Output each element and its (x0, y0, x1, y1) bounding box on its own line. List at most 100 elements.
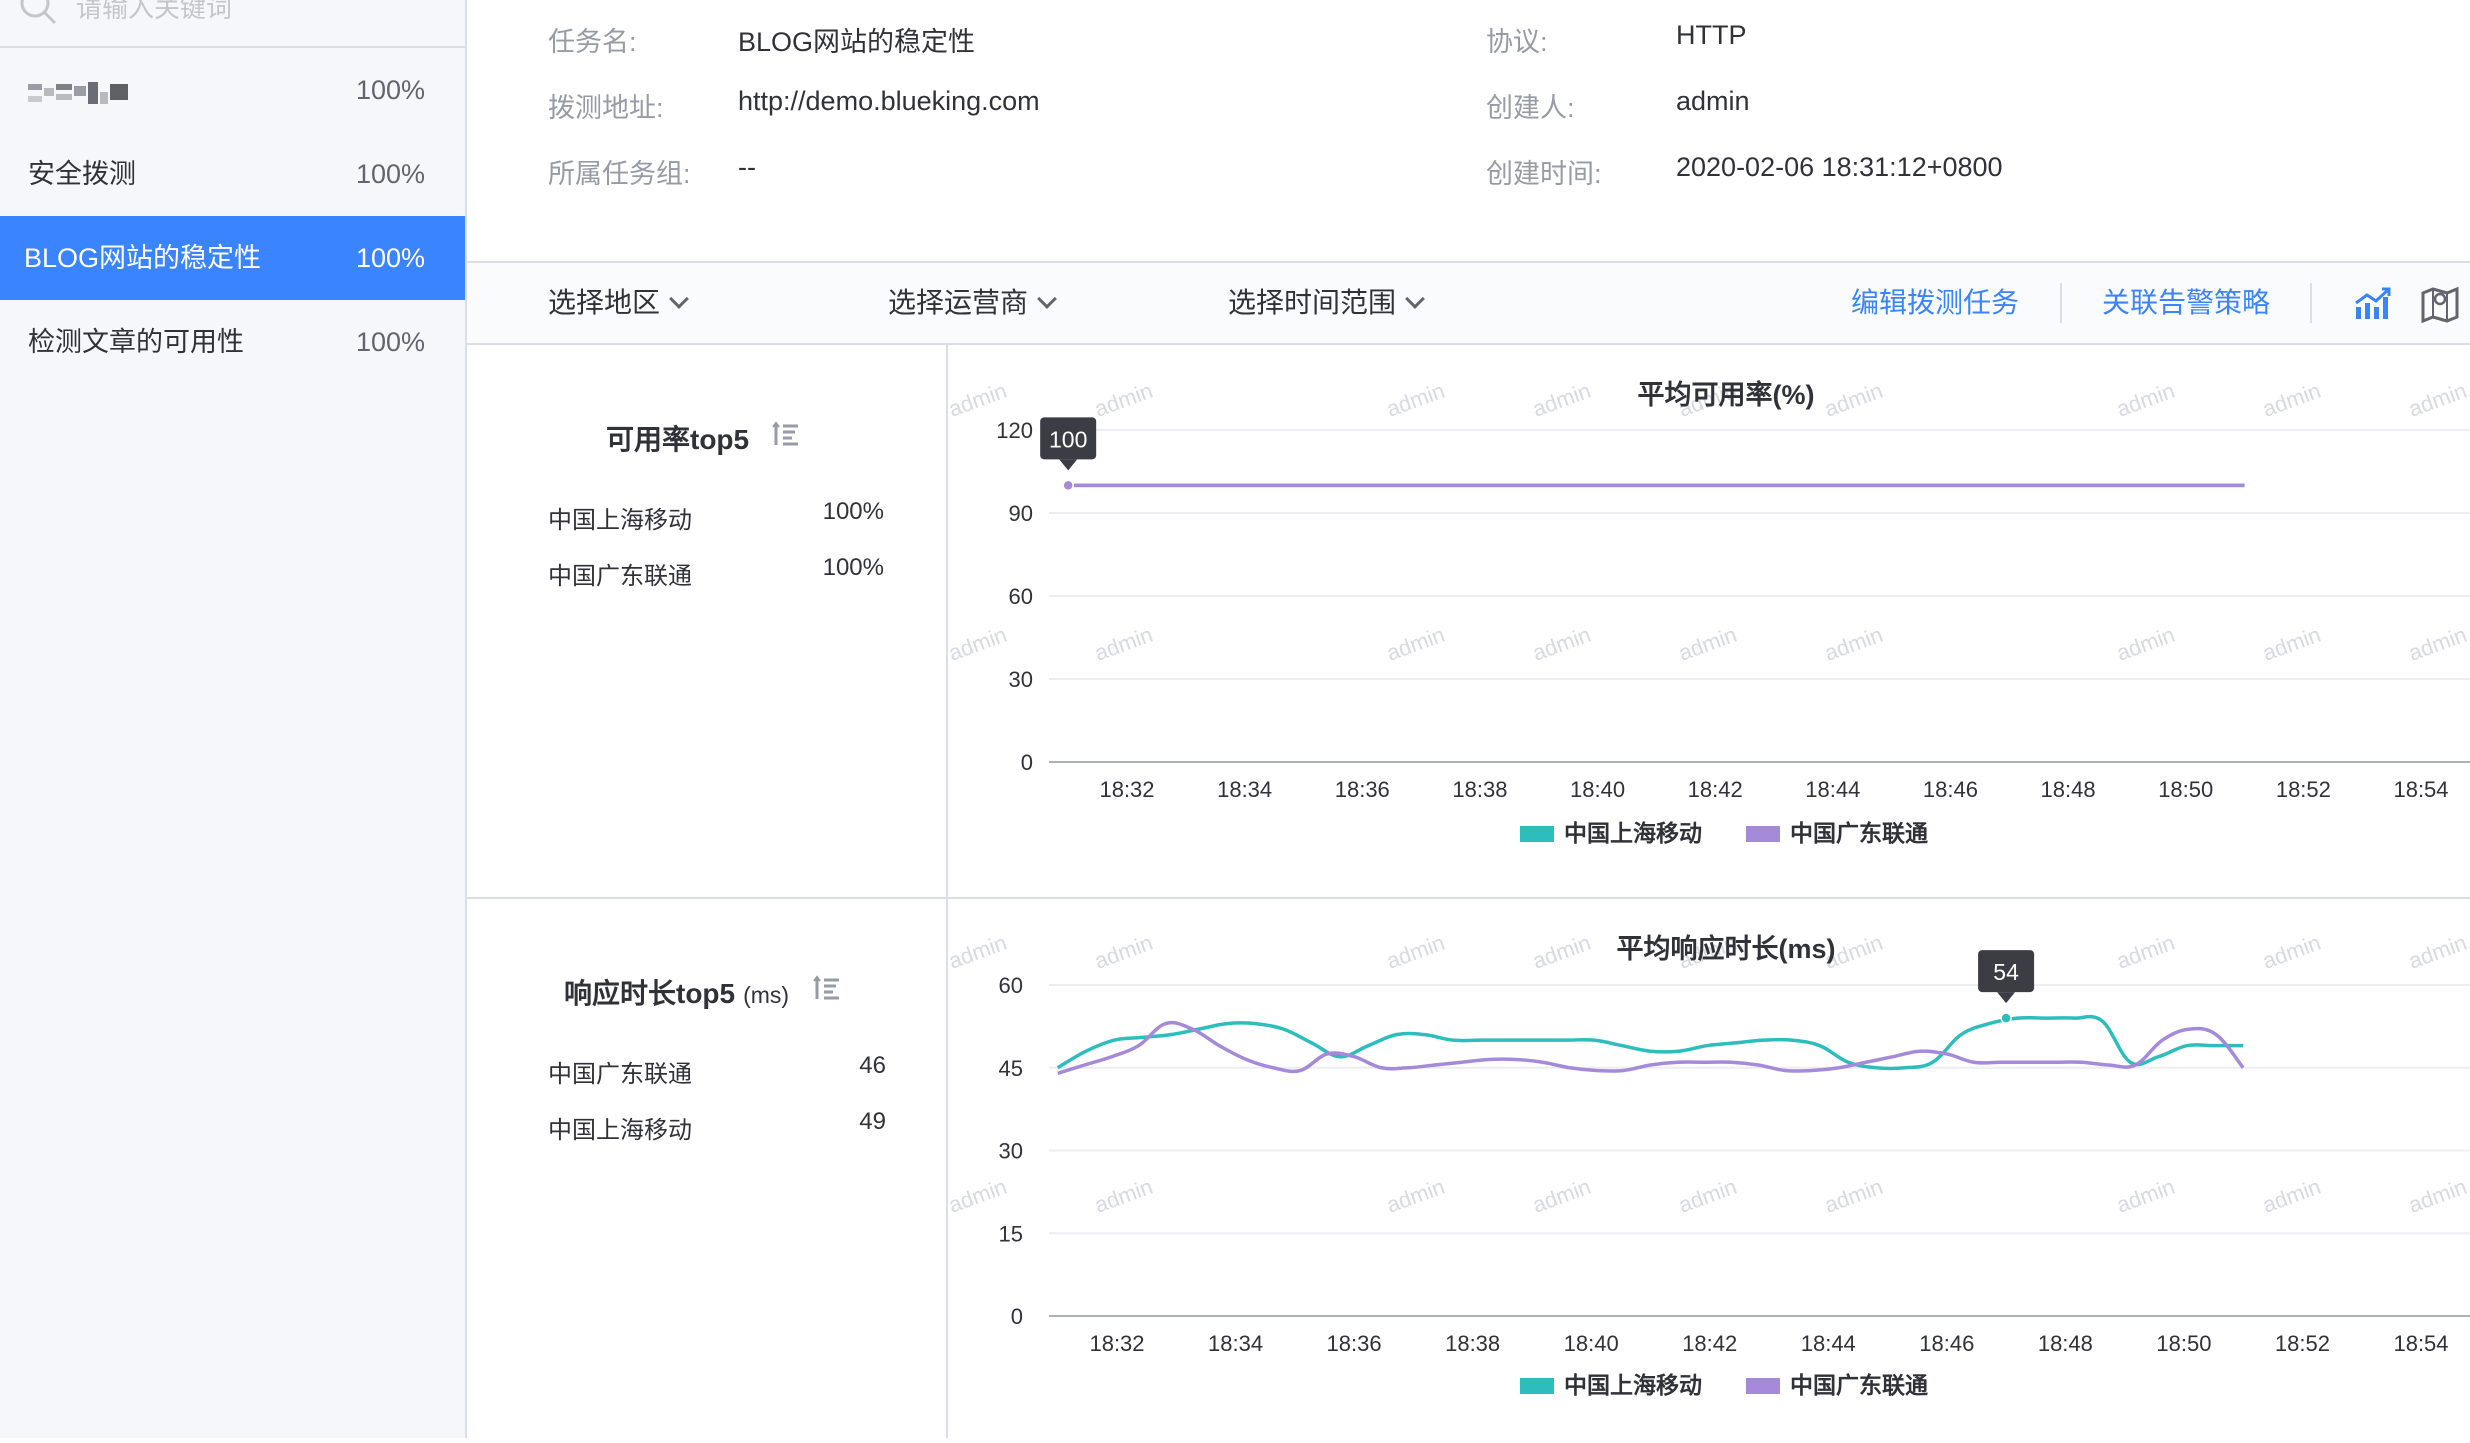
availability-top-item-value: 100% (822, 498, 884, 525)
watermark-text: admin (2405, 930, 2470, 974)
legend-label: 中国上海移动 (1564, 1372, 1702, 1398)
watermark-text: admin (1383, 1174, 1448, 1218)
data-point (1062, 479, 1074, 492)
response-top-item-value: 46 (859, 1052, 886, 1079)
sidebar-item-percent: 100% (355, 327, 425, 357)
x-tick-label: 18:32 (1099, 777, 1154, 802)
watermark-text: admin (2259, 930, 2324, 974)
x-tick-label: 18:32 (1089, 1331, 1144, 1356)
legend-label: 中国广东联通 (1790, 820, 1928, 846)
watermark-text: admin (948, 1174, 1010, 1218)
search-icon (20, 0, 57, 25)
sort-icon[interactable] (772, 420, 800, 448)
watermark-text: admin (1529, 378, 1594, 422)
watermark-text: admin (1675, 622, 1740, 666)
response-top-unit: (ms) (743, 982, 790, 1008)
sidebar-item-percent: 100% (355, 75, 425, 105)
watermark-text: admin (2405, 622, 2470, 666)
task-name-label: 任务名: (548, 27, 637, 57)
tooltip-value: 54 (1993, 959, 2019, 985)
search-box[interactable]: 请输入关键词 (0, 0, 465, 48)
x-tick-label: 18:48 (2041, 777, 2096, 802)
task-sidebar: 请输入关键词 100% 安全拨测 100% BLOG网站的稳定性 100% 检测… (0, 0, 467, 1438)
carrier-select-label: 选择运营商 (888, 287, 1029, 318)
edit-task-link[interactable]: 编辑拨测任务 (1851, 263, 2019, 343)
watermark-text: admin (2113, 378, 2178, 422)
response-top-item-name: 中国上海移动 (548, 1117, 692, 1144)
sidebar-item-security[interactable]: 安全拨测 100% (0, 132, 465, 216)
x-tick-label: 18:52 (2276, 777, 2331, 802)
sidebar-item-blog[interactable]: BLOG网站的稳定性 100% (0, 216, 465, 300)
link-alert-policy-link[interactable]: 关联告警策略 (2102, 263, 2270, 343)
x-tick-label: 18:44 (1805, 777, 1860, 802)
map-icon[interactable] (2420, 285, 2460, 323)
sidebar-item-redacted[interactable]: 100% (0, 48, 465, 132)
x-tick-label: 18:42 (1688, 777, 1743, 802)
watermark-text: admin (1821, 622, 1886, 666)
tooltip-value: 100 (1049, 426, 1087, 452)
response-top-item-name: 中国广东联通 (548, 1061, 692, 1088)
sidebar-item-label: 安全拨测 (28, 159, 136, 189)
created-time-label: 创建时间: (1486, 159, 1602, 189)
watermark-text: admin (948, 622, 1010, 666)
watermark-text: admin (2405, 378, 2470, 422)
search-placeholder: 请输入关键词 (76, 0, 233, 23)
group-value: -- (738, 152, 756, 182)
watermark-text: admin (1529, 930, 1594, 974)
watermark-text: admin (948, 378, 1010, 422)
watermark-text: admin (1091, 1174, 1156, 1218)
watermark-text: admin (1383, 378, 1448, 422)
availability-top-item-value: 100% (822, 554, 884, 581)
watermark-text: admin (2405, 1174, 2470, 1218)
watermark-text: admin (1675, 1174, 1740, 1218)
availability-top-item-name: 中国上海移动 (548, 507, 692, 534)
watermark-text: admin (2259, 378, 2324, 422)
url-value: http://demo.blueking.com (738, 86, 1040, 116)
sidebar-item-percent: 100% (355, 159, 425, 189)
chevron-down-icon (1037, 289, 1057, 309)
x-tick-label: 18:52 (2275, 1331, 2330, 1356)
x-tick-label: 18:38 (1452, 777, 1507, 802)
carrier-select[interactable]: 选择运营商 (888, 263, 1057, 343)
availability-top-title-text: 可用率top5 (606, 424, 750, 455)
line-chart-icon[interactable] (2353, 285, 2393, 321)
x-tick-label: 18:36 (1327, 1331, 1382, 1356)
sort-icon[interactable] (813, 974, 841, 1002)
y-tick-label: 0 (1011, 1304, 1023, 1329)
task-info-panel: 任务名: BLOG网站的稳定性 拨测地址: http://demo.blueki… (467, 0, 2470, 262)
sidebar-item-article[interactable]: 检测文章的可用性 100% (0, 300, 465, 384)
watermark-text: admin (1529, 1174, 1594, 1218)
redacted-label (28, 82, 128, 104)
x-tick-label: 18:50 (2158, 777, 2213, 802)
availability-top-item-name: 中国广东联通 (548, 563, 692, 590)
legend-swatch (1520, 826, 1554, 842)
y-tick-label: 60 (999, 973, 1023, 998)
url-label: 拨测地址: (548, 93, 664, 123)
response-top-title-text: 响应时长top5 (564, 978, 736, 1009)
watermark-text: admin (1091, 622, 1156, 666)
legend-label: 中国上海移动 (1564, 820, 1702, 846)
chevron-down-icon (669, 289, 689, 309)
data-point (2000, 1012, 2012, 1024)
region-select[interactable]: 选择地区 (548, 263, 689, 343)
chart-title: 平均响应时长(ms) (1616, 933, 1835, 964)
creator-label: 创建人: (1486, 93, 1575, 123)
y-tick-label: 15 (999, 1221, 1023, 1246)
x-tick-label: 18:40 (1570, 777, 1625, 802)
legend-swatch (1746, 826, 1780, 842)
chevron-down-icon (1405, 289, 1425, 309)
x-tick-label: 18:42 (1682, 1331, 1737, 1356)
group-label: 所属任务组: (548, 159, 691, 189)
y-tick-label: 30 (999, 1139, 1023, 1164)
watermark-text: admin (948, 930, 1010, 974)
y-tick-label: 45 (999, 1056, 1023, 1081)
x-tick-label: 18:54 (2393, 1331, 2448, 1356)
toolbar-divider (2060, 283, 2062, 323)
y-tick-label: 60 (1009, 584, 1033, 609)
watermark-text: admin (2113, 1174, 2178, 1218)
x-tick-label: 18:46 (1919, 1331, 1974, 1356)
protocol-value: HTTP (1676, 20, 1747, 50)
x-tick-label: 18:40 (1564, 1331, 1619, 1356)
time-range-select[interactable]: 选择时间范围 (1228, 263, 1425, 343)
response-time-chart-svg: admin admin admin admin admin admin admin admin… (945, 930, 2470, 1398)
